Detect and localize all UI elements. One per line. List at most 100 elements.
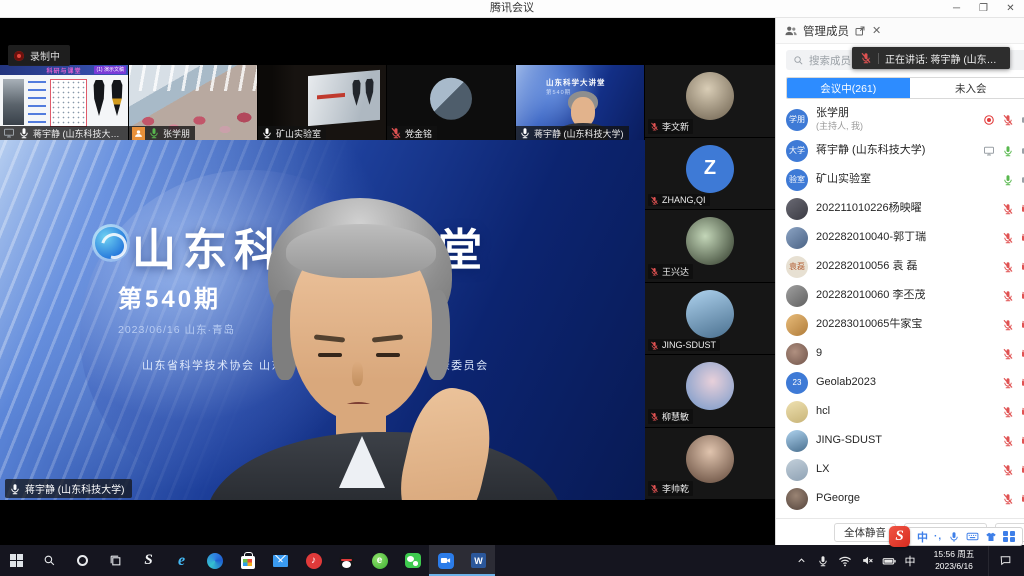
mic-muted-icon[interactable] [1002, 406, 1014, 418]
ime-language-toggle[interactable]: 中 [917, 529, 928, 545]
mail-taskbar-icon[interactable] [264, 545, 297, 576]
participant-avatar [686, 72, 734, 120]
popout-icon[interactable] [854, 25, 866, 37]
maximize-button[interactable]: ❐ [970, 0, 997, 18]
member-name: Geolab2023 [816, 376, 994, 390]
ime-voice-icon[interactable] [948, 531, 960, 543]
mic-muted-icon[interactable] [1002, 493, 1014, 505]
video-thumbnail-screenshare[interactable]: 科研与课堂 (1) 演示文稿 蒋宇静 (山东科技大学) 的屏... [0, 65, 129, 140]
member-row[interactable]: 验室矿山实验室 [776, 165, 1024, 194]
member-row[interactable]: 袁磊202282010056 袁 磊 [776, 252, 1024, 281]
slide-drill-images [93, 80, 123, 116]
member-row[interactable]: 202282010060 李丕茂 [776, 281, 1024, 310]
mic-muted-icon[interactable] [1002, 319, 1014, 331]
member-avatar [786, 198, 808, 220]
member-name: LX [816, 463, 994, 477]
taskbar-clock[interactable]: 15:56 周五 2023/6/16 [924, 549, 984, 571]
tab-in-meeting[interactable]: 会议中(261) [787, 78, 910, 98]
member-row[interactable]: 学朋张学朋(主持人, 我) [776, 103, 1024, 136]
mic-icon [18, 127, 30, 139]
mic-on-icon[interactable] [1002, 174, 1014, 186]
member-row[interactable]: LX [776, 455, 1024, 484]
member-row[interactable]: 9 [776, 339, 1024, 368]
ie-taskbar-icon[interactable]: e [165, 545, 198, 576]
mic-muted-icon[interactable] [1002, 290, 1014, 302]
search-taskbar-icon[interactable] [33, 545, 66, 576]
member-name: 张学朋 [816, 107, 975, 121]
mic-on-icon[interactable] [1002, 145, 1014, 157]
sogou-taskbar-icon[interactable]: S [132, 545, 165, 576]
member-row[interactable]: 202283010065牛家宝 [776, 310, 1024, 339]
member-row[interactable]: JING-SDUST [776, 426, 1024, 455]
ime-skin-icon[interactable] [985, 531, 997, 543]
main-speaker-video[interactable]: 山东科学大讲堂 第540期 2023/06/16 山东·青岛 科普中国 科普山东… [0, 140, 645, 500]
participant-video-tile[interactable]: 柳慧敏 [645, 355, 775, 428]
participant-name: 王兴达 [662, 265, 689, 278]
member-row[interactable]: 23Geolab2023 [776, 368, 1024, 397]
lecture-date: 2023/06/16 山东·青岛 [118, 322, 235, 337]
member-name: hcl [816, 405, 994, 419]
tray-wifi-icon[interactable] [834, 545, 856, 576]
thumbnail-strip: 科研与课堂 (1) 演示文稿 蒋宇静 (山东科技大学) 的屏... [0, 65, 645, 140]
tray-chevron-up-icon[interactable] [790, 545, 812, 576]
tencent-meeting-window: 腾讯会议 ─ ❐ ✕ 录制中 科研与课堂 (1) 演示文稿 [0, 0, 1024, 576]
close-button[interactable]: ✕ [997, 0, 1024, 18]
thumbnail-name: 矿山实验室 [276, 127, 321, 140]
action-center-icon[interactable] [988, 545, 1022, 576]
panel-close-icon[interactable]: ✕ [872, 24, 881, 37]
mic-muted-icon[interactable] [1002, 377, 1014, 389]
member-role: (主持人, 我) [816, 121, 975, 131]
word-taskbar-icon[interactable]: W [462, 545, 495, 576]
edge-taskbar-icon[interactable] [198, 545, 231, 576]
green-browser-taskbar-icon[interactable]: e [363, 545, 396, 576]
ime-keyboard-icon[interactable] [966, 530, 979, 543]
participant-video-tile[interactable]: ZZHANG,QI [645, 138, 775, 211]
member-row[interactable]: PGeorge [776, 484, 1024, 513]
record-dot-icon[interactable] [983, 114, 995, 126]
participant-name: 李帅乾 [662, 482, 689, 495]
mic-muted-icon[interactable] [1002, 232, 1014, 244]
tab-not-joined[interactable]: 未入会 [910, 78, 1024, 98]
video-thumbnail-jiangyujing[interactable]: 山东科学大讲堂 第540期 蒋宇静 (山东科技大学) [516, 65, 645, 140]
member-row[interactable]: 大学蒋宇静 (山东科技大学) [776, 136, 1024, 165]
wechat-taskbar-icon[interactable] [396, 545, 429, 576]
qq-taskbar-icon[interactable] [330, 545, 363, 576]
mic-muted-icon[interactable] [1002, 464, 1014, 476]
tray-mic-icon[interactable] [812, 545, 834, 576]
screen-icon[interactable] [983, 145, 995, 157]
store-taskbar-icon[interactable] [231, 545, 264, 576]
windows-taskbar-icon[interactable] [0, 545, 33, 576]
video-thumbnail-dangjinming[interactable]: 党金铭 [387, 65, 516, 140]
mute-all-button[interactable]: 全体静音 [834, 523, 896, 542]
tray-speaker-muted-icon[interactable] [856, 545, 878, 576]
participant-video-tile[interactable]: 王兴达 [645, 210, 775, 283]
video-thumbnail-zhangxuepeng[interactable]: 张学朋 [129, 65, 258, 140]
ime-punctuation-icon[interactable]: ·, [934, 531, 942, 542]
speaker-name-label: 蒋宇静 (山东科技大学) [25, 481, 124, 496]
participant-video-tile[interactable]: 李帅乾 [645, 428, 775, 501]
member-row[interactable]: 202282010040-郭丁瑞 [776, 223, 1024, 252]
mic-muted-icon[interactable] [1002, 435, 1014, 447]
member-avatar: 验室 [786, 169, 808, 191]
participant-video-tile[interactable]: JING-SDUST [645, 283, 775, 356]
ime-toolbox-icon[interactable] [1003, 531, 1015, 543]
minimize-button[interactable]: ─ [943, 0, 970, 18]
windows-taskbar: Se ♪ e W 中 15:56 周五 2023/6/16 [0, 545, 1024, 576]
mic-muted-icon[interactable] [1002, 348, 1014, 360]
video-thumbnail-mine-lab[interactable]: 矿山实验室 [258, 65, 387, 140]
tencent-meeting-taskbar-icon[interactable] [429, 545, 462, 576]
member-row[interactable]: hcl [776, 397, 1024, 426]
sogou-logo-icon[interactable]: S [889, 526, 910, 547]
tray-battery-icon[interactable] [878, 545, 900, 576]
task-view-taskbar-icon[interactable] [99, 545, 132, 576]
mic-muted-icon[interactable] [1002, 114, 1014, 126]
netease-music-taskbar-icon[interactable]: ♪ [297, 545, 330, 576]
participant-video-tile[interactable]: 李文新 [645, 65, 775, 138]
member-row[interactable]: 202211010226杨映曜 [776, 194, 1024, 223]
tray-language-indicator[interactable]: 中 [900, 553, 920, 569]
member-avatar [786, 430, 808, 452]
mic-muted-icon[interactable] [1002, 203, 1014, 215]
slide-photo [3, 79, 24, 125]
cortana-taskbar-icon[interactable] [66, 545, 99, 576]
mic-muted-icon[interactable] [1002, 261, 1014, 273]
